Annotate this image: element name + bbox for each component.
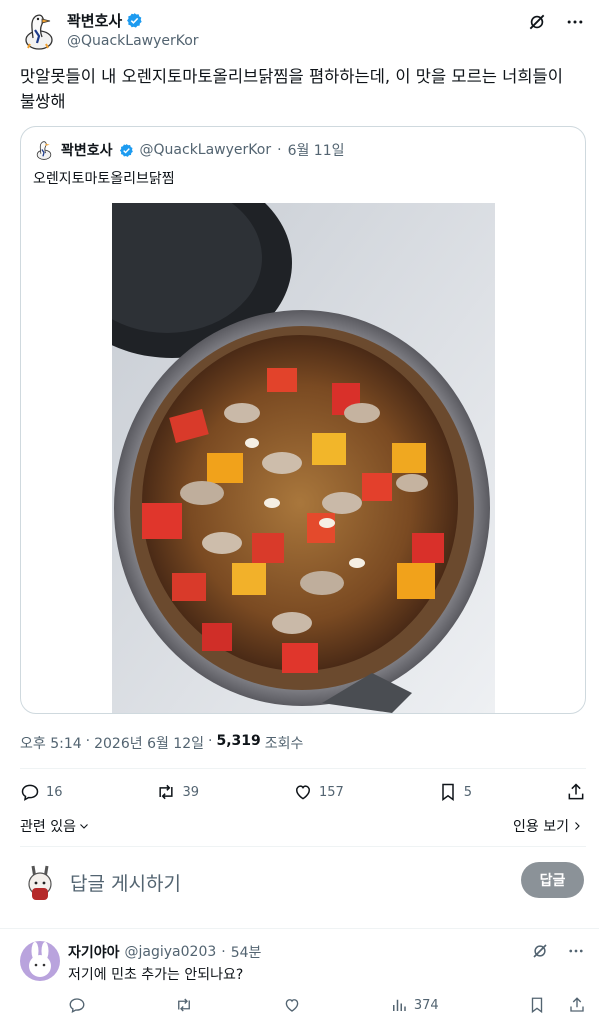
author-name-row[interactable]: 꽉변호사	[67, 10, 143, 31]
related-toggle[interactable]: 관련 있음	[20, 816, 90, 836]
heart-icon	[295, 785, 310, 800]
share-icon	[568, 783, 584, 800]
share-button[interactable]	[568, 996, 586, 1014]
reply-author-handle[interactable]: @jagiya0203	[125, 944, 217, 960]
quoted-author-avatar[interactable]	[33, 139, 55, 161]
like-button[interactable]	[283, 996, 301, 1014]
quoted-author-handle: @QuackLawyerKor	[139, 142, 272, 158]
braised-chicken-photo-image	[112, 203, 495, 713]
current-user-avatar[interactable]	[20, 862, 60, 902]
verified-badge-icon	[119, 143, 133, 157]
tweet-date[interactable]: 2026년 6월 12일	[94, 733, 204, 753]
reply-count: 16	[46, 784, 63, 800]
retweet-icon	[178, 998, 191, 1012]
reply-action-bar: 374	[68, 996, 586, 1014]
view-count-label: 조회수	[264, 736, 304, 752]
view-quotes-label: 인용 보기	[513, 819, 569, 835]
heart-icon	[285, 999, 298, 1012]
views-chart-icon	[392, 999, 406, 1011]
views-button[interactable]: 374	[390, 996, 439, 1014]
separator-dot: ·	[277, 142, 282, 158]
bookmark-icon	[441, 783, 454, 801]
reply-text: 저기에 민초 추가는 안되나요?	[68, 967, 244, 983]
related-label: 관련 있음	[20, 819, 76, 835]
rabbit-avatar-image	[28, 865, 52, 900]
grok-icon[interactable]	[531, 942, 549, 964]
reply-button[interactable]	[68, 996, 86, 1014]
chevron-down-icon	[80, 824, 88, 829]
meta-dot: ·	[208, 733, 213, 749]
bookmark-icon	[531, 997, 543, 1014]
reply-icon	[21, 784, 39, 801]
bookmark-count: 5	[463, 784, 473, 800]
reply-button[interactable]: 16	[20, 782, 63, 802]
reply-submit-button[interactable]: 답글	[521, 862, 584, 898]
tweet-meta: 오후 5:14 · 2026년 6월 12일 · 5,319 조회수	[20, 733, 303, 753]
reply-author-name[interactable]: 자기야아	[68, 942, 120, 962]
retweet-icon	[159, 784, 174, 800]
chevron-right-icon	[575, 822, 580, 830]
like-button[interactable]: 157	[293, 782, 344, 802]
bookmark-button[interactable]: 5	[438, 782, 472, 802]
tweet-text: 맛알못들이 내 오렌지토마토올리브닭찜을 폄하하는데, 이 맛을 모르는 너희들…	[20, 67, 563, 111]
author-handle[interactable]: @QuackLawyerKor	[67, 33, 199, 49]
meta-dot: ·	[85, 733, 91, 749]
quoted-tweet-card[interactable]: 꽉변호사 @QuackLawyerKor · 6월 11일 오렌지토마토올리브닭…	[20, 126, 586, 714]
reply-time[interactable]: 54분	[231, 942, 262, 962]
reply-input[interactable]: 답글 게시하기	[70, 869, 181, 896]
quoted-date[interactable]: 6월 11일	[288, 140, 345, 160]
divider	[0, 928, 599, 929]
quoted-author-name: 꽉변호사	[61, 143, 113, 159]
tweet-action-bar: 16 39 157 5	[20, 782, 586, 802]
bookmark-button[interactable]	[528, 996, 546, 1014]
retweet-button[interactable]: 39	[156, 782, 199, 802]
author-avatar[interactable]	[18, 10, 60, 52]
divider	[20, 846, 586, 847]
share-button[interactable]	[566, 782, 586, 802]
retweet-button[interactable]	[175, 996, 193, 1014]
reply-icon	[69, 998, 85, 1013]
bunny-avatar-image	[29, 942, 51, 977]
share-icon	[570, 997, 584, 1012]
more-options-icon[interactable]	[567, 942, 585, 964]
retweet-count: 39	[182, 784, 200, 800]
quoted-tweet-text: 오렌지토마토올리브닭찜	[33, 171, 175, 187]
verified-badge-icon	[127, 13, 142, 28]
more-options-icon[interactable]	[565, 12, 585, 36]
view-count: 5,319	[216, 733, 261, 749]
goose-avatar-image	[25, 14, 53, 50]
reply-author-avatar[interactable]	[20, 941, 60, 981]
reply-view-count: 374	[413, 997, 439, 1013]
grok-icon[interactable]	[527, 12, 547, 36]
view-quotes-link[interactable]: 인용 보기	[513, 816, 583, 836]
tweet-time[interactable]: 오후 5:14	[20, 733, 82, 753]
like-count: 157	[318, 784, 344, 800]
author-name[interactable]: 꽉변호사	[67, 10, 122, 31]
separator-dot: ·	[221, 944, 226, 960]
food-photo[interactable]	[112, 203, 495, 713]
divider	[20, 768, 586, 769]
